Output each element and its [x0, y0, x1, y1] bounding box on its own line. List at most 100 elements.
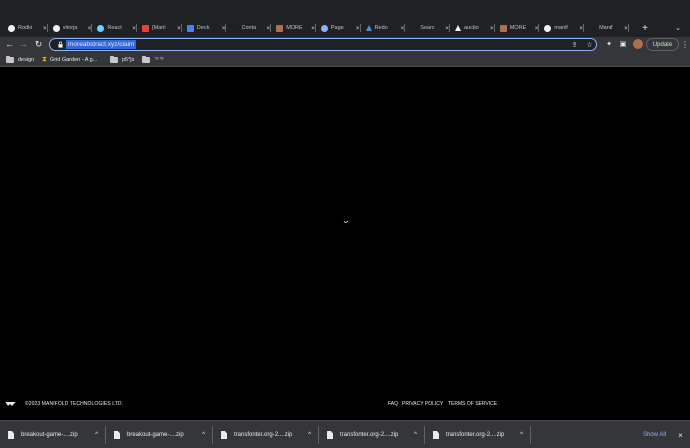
browser-tab[interactable]: Searc × [410, 21, 450, 35]
download-filename: breakout-game-....zip [127, 432, 184, 438]
bookmark-star-icon[interactable]: ☆ [585, 40, 594, 49]
triangle-icon [455, 25, 461, 31]
file-icon [221, 431, 227, 439]
tab-separator [627, 24, 629, 32]
back-button[interactable]: ← [4, 38, 15, 50]
close-download-shelf-icon[interactable]: × [676, 428, 685, 442]
bookmark-korean-folder[interactable]: ᄁᄁ [142, 55, 164, 64]
figma-icon [320, 24, 328, 32]
tab-title: Rodki [18, 25, 33, 31]
tab-title: Conta [241, 25, 257, 31]
bookmark-label: p5*js [122, 56, 135, 63]
github-icon [8, 24, 15, 32]
download-filename: transfonter.org-2....zip [446, 432, 505, 438]
site-icon [276, 24, 284, 32]
show-all-downloads-button[interactable]: Show All [643, 428, 666, 442]
reload-button[interactable]: ↻ [33, 38, 44, 50]
download-filename: transfonter.org-2....zip [234, 432, 293, 438]
forward-button[interactable]: → [18, 38, 29, 50]
browser-tab[interactable]: MORE × [499, 21, 540, 35]
download-options-chevron-icon[interactable]: ^ [199, 428, 208, 442]
hourglass-icon: ⧗ [42, 55, 47, 63]
browser-tab[interactable]: vitorja × [52, 21, 93, 35]
browser-tab[interactable]: auctio × [455, 21, 495, 35]
download-options-chevron-icon[interactable]: ^ [411, 428, 420, 442]
download-item[interactable]: breakout-game-....zip [8, 428, 78, 442]
browser-tab[interactable]: Redu × [365, 21, 406, 35]
browser-tab[interactable]: Manif × [589, 21, 629, 35]
url-text[interactable]: moreabstract.xyz/claim [66, 40, 137, 49]
divider [318, 426, 319, 444]
browser-tab[interactable]: Conta × [231, 21, 272, 35]
tab-title: MORE [286, 25, 303, 31]
divider [424, 426, 425, 444]
tab-title: [Marii [152, 25, 166, 31]
bookmark-grid-garden[interactable]: ⧗ Grid Garden - A g... [42, 55, 97, 64]
blank-icon [589, 24, 597, 32]
triangle-icon [365, 25, 372, 31]
browser-tab[interactable]: MORE × [276, 21, 316, 35]
bookmark-label: Grid Garden - A g... [49, 56, 98, 63]
share-icon[interactable]: ⇪ [570, 40, 579, 49]
gmail-icon [142, 24, 150, 32]
download-item[interactable]: transfonter.org-2....zip [221, 428, 292, 442]
tab-separator [225, 24, 227, 32]
bookmark-p5js[interactable]: p5*js [110, 55, 134, 64]
tab-separator [46, 24, 48, 32]
site-footer: ©2023 MANIFOLD TECHNOLOGIES LTD. FAQ PRI… [0, 396, 690, 412]
site-icon [499, 24, 507, 32]
update-button[interactable]: Update [646, 38, 679, 51]
tab-separator [538, 24, 540, 32]
more-menu-icon[interactable]: ⋮ [681, 39, 689, 49]
download-options-chevron-icon[interactable]: ^ [305, 428, 314, 442]
tab-separator [583, 24, 585, 32]
extensions-puzzle-icon[interactable]: ✦ [604, 39, 614, 49]
faq-link[interactable]: FAQ [388, 401, 398, 407]
tab-title: React [107, 25, 122, 31]
download-item[interactable]: breakout-game-....zip [114, 428, 184, 442]
tab-title: MORE [509, 25, 527, 31]
react-icon [97, 24, 105, 32]
browser-tab[interactable]: Deck × [186, 21, 227, 35]
manifold-logo-icon[interactable] [5, 401, 16, 407]
download-filename: breakout-game-....zip [21, 432, 78, 438]
bookmark-label: ᄁᄁ [154, 57, 165, 64]
download-filename: transfonter.org-2....zip [340, 432, 399, 438]
bookmark-design[interactable]: design [6, 55, 34, 64]
browser-tab[interactable]: manif × [544, 21, 585, 35]
browser-tab[interactable]: Rodki × [8, 21, 48, 35]
folder-icon [6, 55, 14, 63]
download-item[interactable]: transfonter.org-2....zip [327, 428, 398, 442]
copyright-text: ©2023 MANIFOLD TECHNOLOGIES LTD. [25, 401, 124, 407]
profile-avatar[interactable] [633, 39, 643, 49]
file-icon [327, 431, 333, 439]
github-icon [544, 24, 552, 32]
blank-icon [410, 24, 418, 32]
side-panel-icon[interactable]: ▣ [618, 39, 628, 49]
download-options-chevron-icon[interactable]: ^ [517, 428, 526, 442]
folder-icon [110, 55, 118, 63]
tab-search-chevron-icon[interactable]: ⌄ [673, 21, 683, 35]
tab-title: Redu [374, 25, 388, 31]
tab-strip: Rodki × vitorja × React × [Marii × Deck × Conta × MO… [0, 0, 690, 37]
terms-of-service-link[interactable]: TERMS OF SERVICE [448, 401, 497, 407]
divider [530, 426, 531, 444]
lock-icon[interactable] [57, 41, 64, 48]
new-tab-button[interactable]: + [640, 21, 650, 35]
browser-tab[interactable]: [Marii × [142, 21, 182, 35]
github-icon [52, 24, 60, 32]
privacy-policy-link[interactable]: PRIVACY POLICY [402, 401, 443, 407]
download-item[interactable]: transfonter.org-2....zip [433, 428, 504, 442]
tab-title: Searc [420, 25, 435, 31]
address-bar[interactable]: moreabstract.xyz/claim ⇪ ☆ [49, 38, 597, 51]
file-icon [8, 431, 14, 439]
browser-tab[interactable]: Page × [320, 21, 361, 35]
blank-icon [231, 24, 239, 32]
download-options-chevron-icon[interactable]: ^ [92, 428, 101, 442]
tab-title: auctio [464, 25, 479, 31]
browser-tab[interactable]: React × [97, 21, 138, 35]
file-icon [433, 431, 439, 439]
tab-title: Deck [196, 25, 210, 31]
tab-separator [404, 24, 406, 32]
bookmark-label: design [18, 56, 35, 63]
